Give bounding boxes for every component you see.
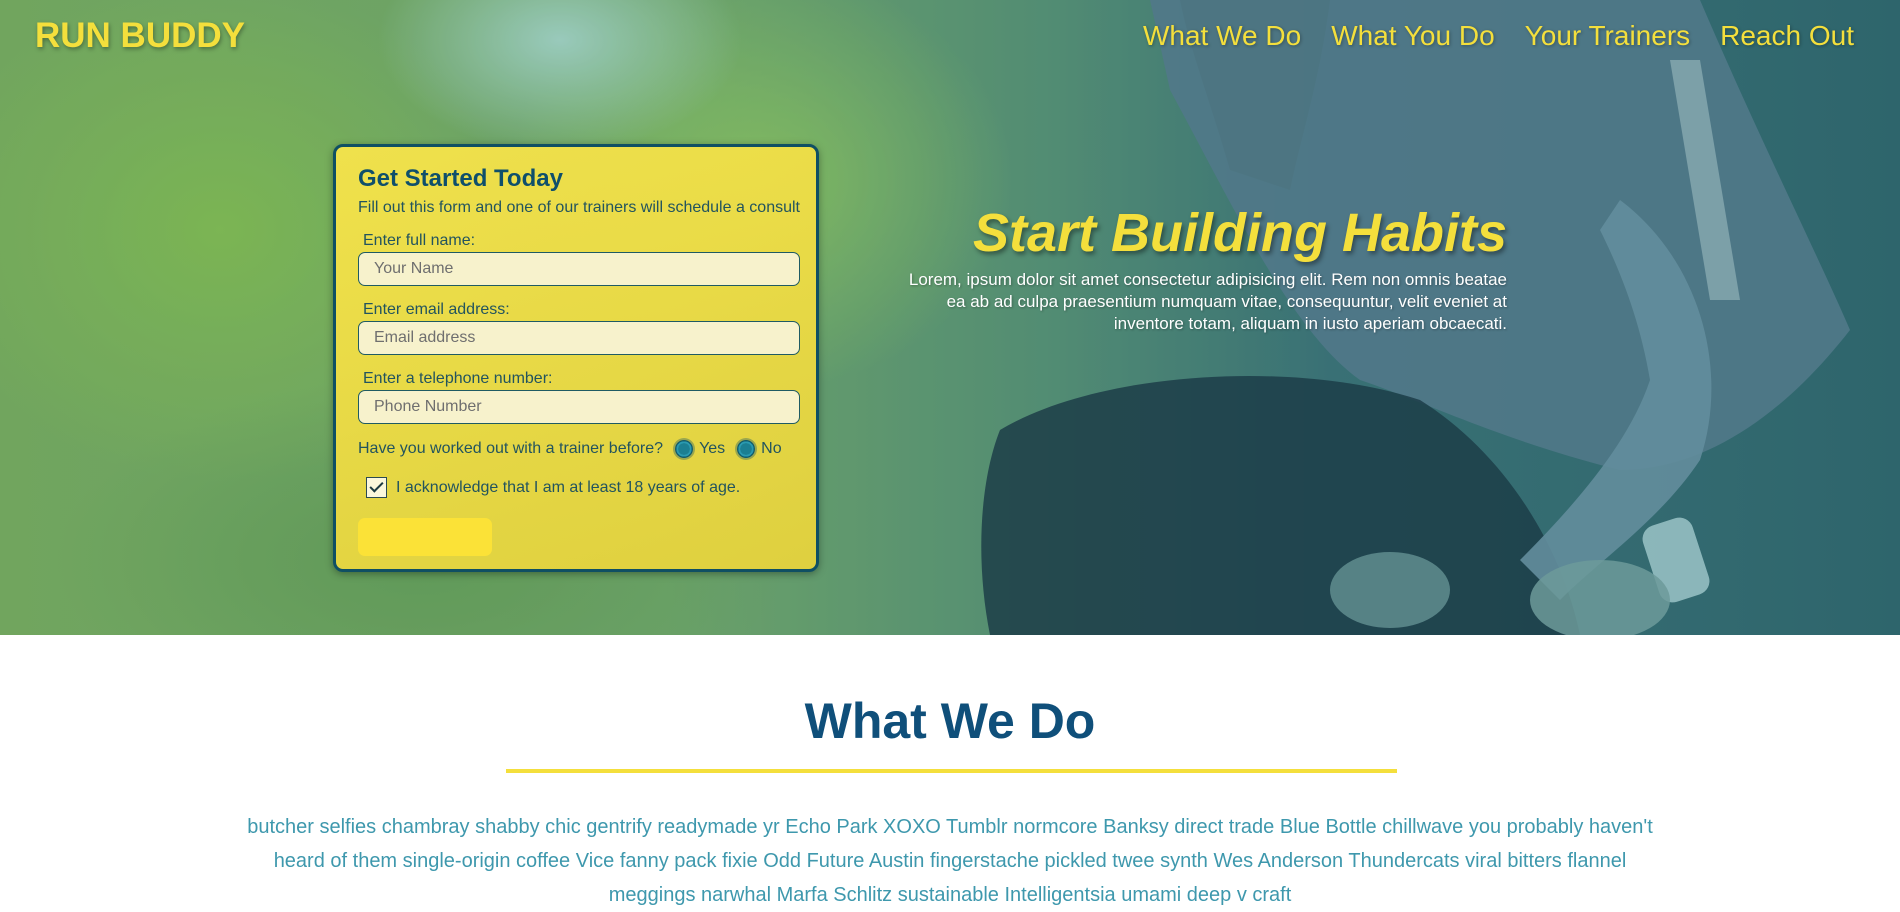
submit-button[interactable] [358, 518, 492, 556]
form-description: Fill out this form and one of our traine… [358, 199, 800, 216]
hero-section: RUN BUDDY What We Do What You Do Your Tr… [0, 0, 1900, 635]
full-name-label: Enter full name: [363, 232, 476, 249]
main-nav: What We Do What You Do Your Trainers Rea… [1113, 20, 1854, 52]
form-title: Get Started Today [358, 165, 563, 192]
phone-label: Enter a telephone number: [363, 370, 553, 387]
email-label: Enter email address: [363, 301, 510, 318]
hero-text-block: Start Building Habits Lorem, ipsum dolor… [887, 205, 1507, 335]
trainer-question-label: Have you worked out with a trainer befor… [358, 440, 664, 457]
radio-no-label: No [761, 440, 782, 457]
hero-paragraph: Lorem, ipsum dolor sit amet consectetur … [908, 269, 1507, 333]
radio-yes[interactable] [675, 440, 694, 458]
radio-yes-label: Yes [699, 440, 726, 457]
age-checkbox-label: I acknowledge that I am at least 18 year… [396, 478, 741, 496]
what-we-do-title: What We Do [804, 693, 1096, 749]
age-acknowledge-row: I acknowledge that I am at least 18 year… [366, 477, 794, 498]
age-checkbox[interactable] [366, 477, 387, 498]
nav-your-trainers[interactable]: Your Trainers [1525, 20, 1691, 52]
logo[interactable]: RUN BUDDY [35, 16, 245, 56]
phone-input[interactable] [358, 390, 800, 424]
hero-heading: Start Building Habits [972, 203, 1507, 263]
section-divider [506, 769, 1397, 773]
signup-form-card: Get Started Today Fill out this form and… [333, 144, 819, 572]
nav-reach-out[interactable]: Reach Out [1720, 20, 1854, 52]
full-name-input[interactable] [358, 252, 800, 286]
trainer-question-row: Have you worked out with a trainer befor… [358, 440, 794, 458]
radio-no[interactable] [737, 440, 756, 458]
nav-what-you-do[interactable]: What You Do [1331, 20, 1494, 52]
email-input[interactable] [358, 321, 800, 355]
nav-what-we-do[interactable]: What We Do [1143, 20, 1301, 52]
